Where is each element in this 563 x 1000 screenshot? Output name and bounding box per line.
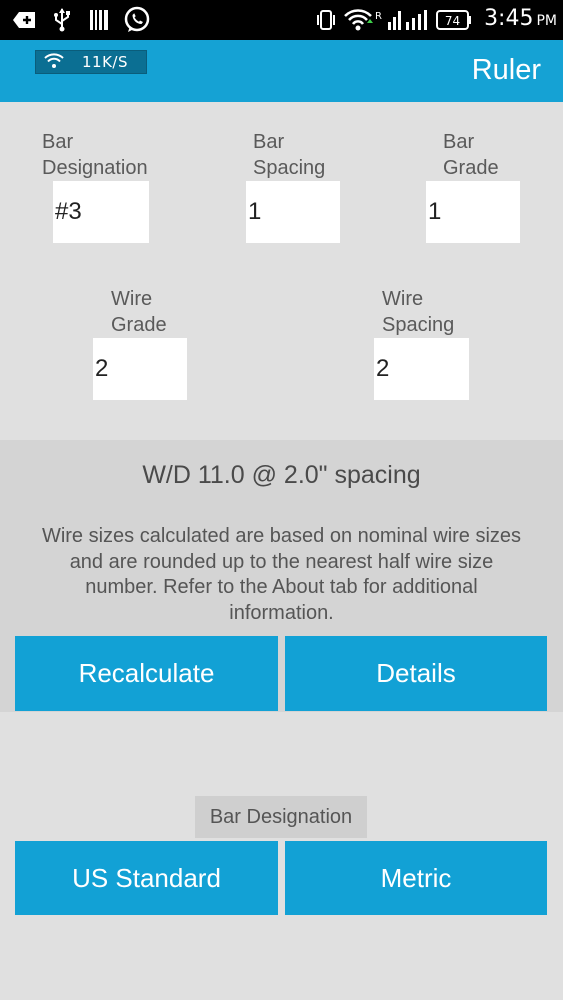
network-type-label: R [375,11,382,22]
bar-spacing-label: Bar Spacing [253,129,325,181]
signal-strength-2-icon [404,8,430,32]
bar-designation-label-line2: Designation [42,157,148,179]
whatsapp-icon [122,6,152,32]
wifi-small-icon [44,53,64,73]
wire-grade-label-line1: Wire [111,288,153,310]
network-speed-badge: 11K/S [35,50,147,74]
notification-add-icon [12,8,38,32]
result-note-line: number. Refer to the About tab for addit… [85,576,478,598]
wire-grade-label: Wire Grade [111,286,167,338]
bar-spacing-label-line2: Spacing [253,157,326,179]
barcode-icon [88,8,110,32]
result-title: W/D 11.0 @ 2.0" spacing [142,461,421,489]
units-section-label: Bar Designation [195,796,367,838]
bar-grade-label-line1: Bar [443,131,475,153]
bar-grade-label-line2: Grade [443,157,499,179]
bar-designation-label: Bar Designation [42,129,148,181]
wire-spacing-label: Wire Spacing [382,286,454,338]
result-note-line: Wire sizes calculated are based on nomin… [41,525,522,547]
usb-icon [50,8,74,32]
bar-grade-label: Bar Grade [443,129,499,181]
bar-spacing-label-line1: Bar [253,131,285,153]
wire-spacing-label-line1: Wire [382,288,424,310]
battery-level: 74 [445,14,460,28]
wire-grade-label-line2: Grade [111,314,167,336]
wifi-icon [343,8,373,32]
result-note: Wire sizes calculated are based on nomin… [10,524,553,626]
wire-spacing-label-line2: Spacing [382,314,455,336]
bar-spacing-input[interactable] [246,181,340,243]
wire-grade-input[interactable] [93,338,187,400]
signal-strength-icon: R [374,8,404,32]
clock: 3:45 PM [484,6,557,31]
vibrate-icon [315,8,337,32]
recalculate-button[interactable]: Recalculate [15,636,278,711]
network-speed-text: 11K/S [82,53,128,71]
us-standard-button[interactable]: US Standard [15,841,278,915]
status-bar: R 74 3:45 PM [0,0,563,40]
bar-designation-input[interactable] [53,181,149,243]
app-bar: 11K/S Ruler [0,40,563,102]
clock-ampm: PM [536,13,557,29]
wire-spacing-input[interactable] [374,338,469,400]
bar-designation-label-line1: Bar [42,131,74,153]
details-button[interactable]: Details [285,636,547,711]
result-note-line: information. [229,601,334,624]
clock-time: 3:45 [484,6,534,31]
metric-button[interactable]: Metric [285,841,547,915]
result-note-line: and are rounded up to the nearest half w… [69,550,494,573]
battery-icon: 74 [436,8,472,32]
app-title: Ruler [471,54,541,86]
bar-grade-input[interactable] [426,181,520,243]
